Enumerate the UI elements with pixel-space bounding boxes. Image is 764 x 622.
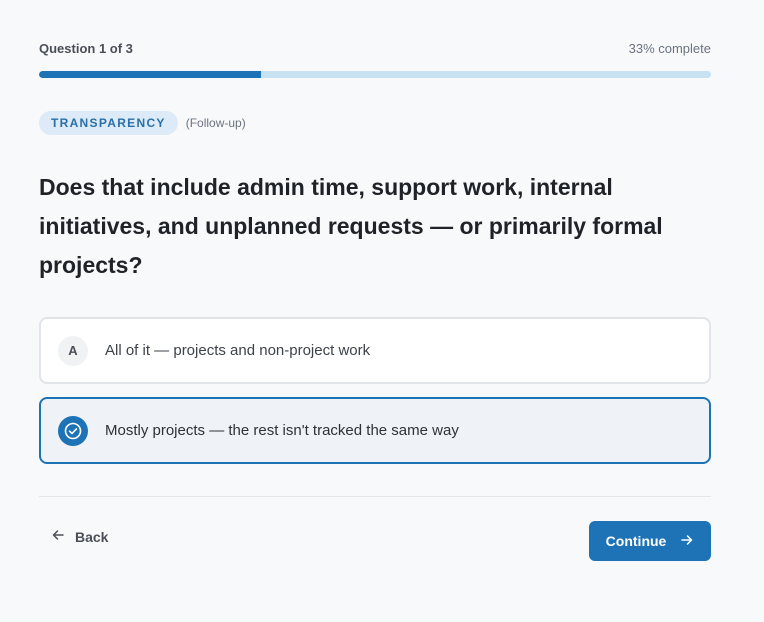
arrow-right-icon bbox=[680, 533, 694, 550]
progress-bar bbox=[39, 71, 711, 78]
back-label: Back bbox=[75, 528, 109, 545]
category-tag: TRANSPARENCY bbox=[39, 111, 178, 135]
footer-divider bbox=[39, 496, 711, 497]
option-label: All of it — projects and non-project wor… bbox=[105, 342, 371, 359]
question-text: Does that include admin time, support wo… bbox=[39, 174, 663, 278]
option-a[interactable]: A All of it — projects and non-project w… bbox=[39, 317, 711, 384]
back-button[interactable]: Back bbox=[51, 528, 108, 545]
progress-percent: 33% complete bbox=[628, 41, 711, 56]
progress-header: Question 1 of 3 33% complete bbox=[39, 41, 711, 56]
category-row: TRANSPARENCY (Follow-up) bbox=[39, 111, 246, 135]
continue-button[interactable]: Continue bbox=[589, 521, 711, 561]
arrow-left-icon bbox=[51, 528, 65, 545]
option-letter-badge: A bbox=[58, 335, 88, 366]
question-counter: Question 1 of 3 bbox=[39, 41, 133, 56]
option-b-selected[interactable]: Mostly projects — the rest isn't tracked… bbox=[39, 397, 711, 464]
continue-label: Continue bbox=[605, 533, 667, 549]
followup-label: (Follow-up) bbox=[185, 116, 246, 130]
progress-bar-fill bbox=[39, 71, 261, 78]
check-circle-icon bbox=[58, 415, 88, 446]
option-label: Mostly projects — the rest isn't tracked… bbox=[105, 422, 459, 439]
